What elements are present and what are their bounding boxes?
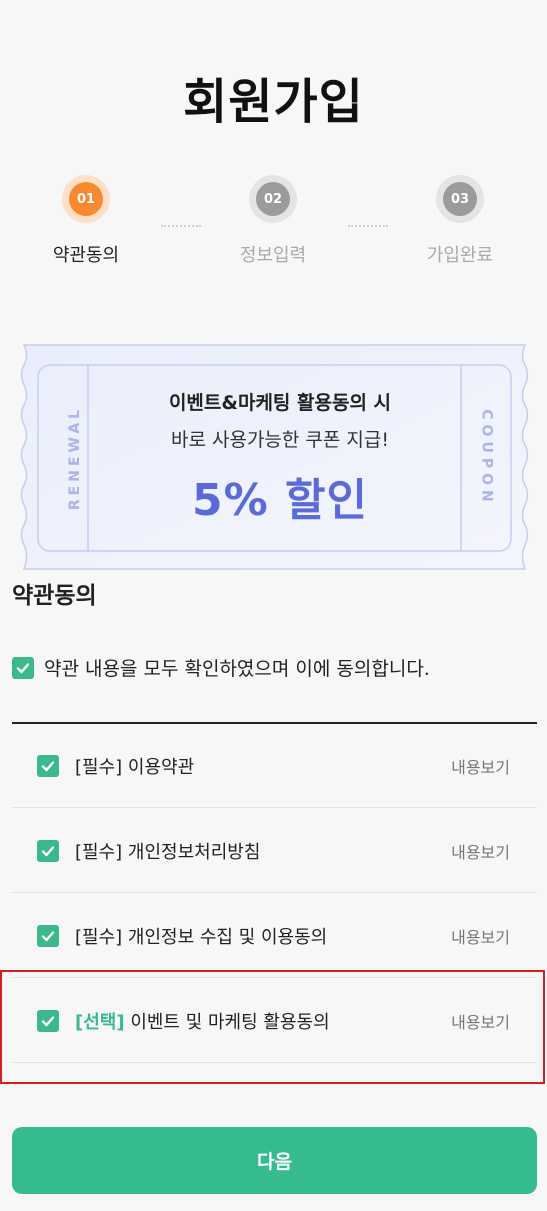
term-title: 개인정보 수집 및 이용동의 bbox=[127, 926, 328, 948]
step-number: 01 bbox=[69, 182, 103, 216]
step-number: 03 bbox=[443, 182, 477, 216]
view-terms-link[interactable]: 내용보기 bbox=[451, 754, 510, 778]
step-indicator: 03 bbox=[436, 175, 484, 223]
term-title: 개인정보처리방침 bbox=[127, 841, 261, 863]
step-number: 02 bbox=[256, 182, 290, 216]
check-icon bbox=[41, 930, 55, 941]
term-tag: [필수] bbox=[75, 841, 123, 863]
next-button[interactable]: 다음 bbox=[12, 1127, 537, 1194]
check-icon bbox=[41, 845, 55, 856]
term-row-personal-info: [필수] 개인정보 수집 및 이용동의 내용보기 bbox=[12, 894, 537, 978]
term-label: [필수] 이용약관 bbox=[75, 753, 451, 779]
coupon-side-left: RENEWAL bbox=[67, 405, 84, 511]
term-tag: [필수] bbox=[75, 756, 123, 778]
page-title: 회원가입 bbox=[183, 74, 364, 130]
term-row-privacy-policy: [필수] 개인정보처리방침 내용보기 bbox=[12, 809, 537, 893]
term-checkbox[interactable] bbox=[37, 754, 59, 777]
step-indicator: 01 bbox=[62, 175, 110, 223]
step-connector bbox=[161, 225, 201, 227]
step-label: 약관동의 bbox=[52, 245, 120, 266]
step-connector bbox=[348, 225, 388, 227]
terms-section-title: 약관동의 bbox=[12, 583, 97, 609]
view-terms-link[interactable]: 내용보기 bbox=[451, 924, 510, 948]
term-title: 이용약관 bbox=[127, 756, 195, 778]
coupon-subline: 바로 사용가능한 쿠폰 지급! bbox=[170, 429, 390, 451]
step-info: 02 정보입력 bbox=[203, 175, 343, 267]
term-label: [필수] 개인정보 수집 및 이용동의 bbox=[75, 923, 451, 949]
check-icon bbox=[41, 760, 55, 771]
coupon-side-right: COUPON bbox=[479, 409, 495, 507]
view-terms-link[interactable]: 내용보기 bbox=[451, 839, 510, 863]
coupon-banner: RENEWAL COUPON 이벤트&마케팅 활용동의 시 바로 사용가능한 쿠… bbox=[12, 343, 537, 571]
term-row-terms-of-use: [필수] 이용약관 내용보기 bbox=[12, 724, 537, 808]
agree-all-row[interactable]: 약관 내용을 모두 확인하였으며 이에 동의합니다. bbox=[12, 654, 430, 681]
highlight-frame bbox=[0, 970, 545, 1084]
term-tag: [필수] bbox=[75, 926, 123, 948]
term-checkbox[interactable] bbox=[37, 924, 59, 947]
step-label: 가입완료 bbox=[426, 245, 494, 266]
term-label: [필수] 개인정보처리방침 bbox=[75, 838, 451, 864]
agree-all-label: 약관 내용을 모두 확인하였으며 이에 동의합니다. bbox=[44, 658, 430, 680]
signup-steps: 01 약관동의 02 정보입력 03 가입완료 bbox=[0, 175, 547, 275]
coupon-discount: 5% 할인 bbox=[192, 475, 368, 526]
step-indicator: 02 bbox=[249, 175, 297, 223]
step-agree: 01 약관동의 bbox=[16, 175, 156, 267]
check-icon bbox=[16, 662, 30, 673]
term-checkbox[interactable] bbox=[37, 839, 59, 862]
agree-all-checkbox[interactable] bbox=[12, 656, 34, 679]
step-label: 정보입력 bbox=[239, 245, 307, 266]
step-complete: 03 가입완료 bbox=[390, 175, 530, 267]
coupon-headline: 이벤트&마케팅 활용동의 시 bbox=[168, 392, 392, 414]
coupon-content: 이벤트&마케팅 활용동의 시 바로 사용가능한 쿠폰 지급! 5% 할인 bbox=[100, 388, 460, 528]
